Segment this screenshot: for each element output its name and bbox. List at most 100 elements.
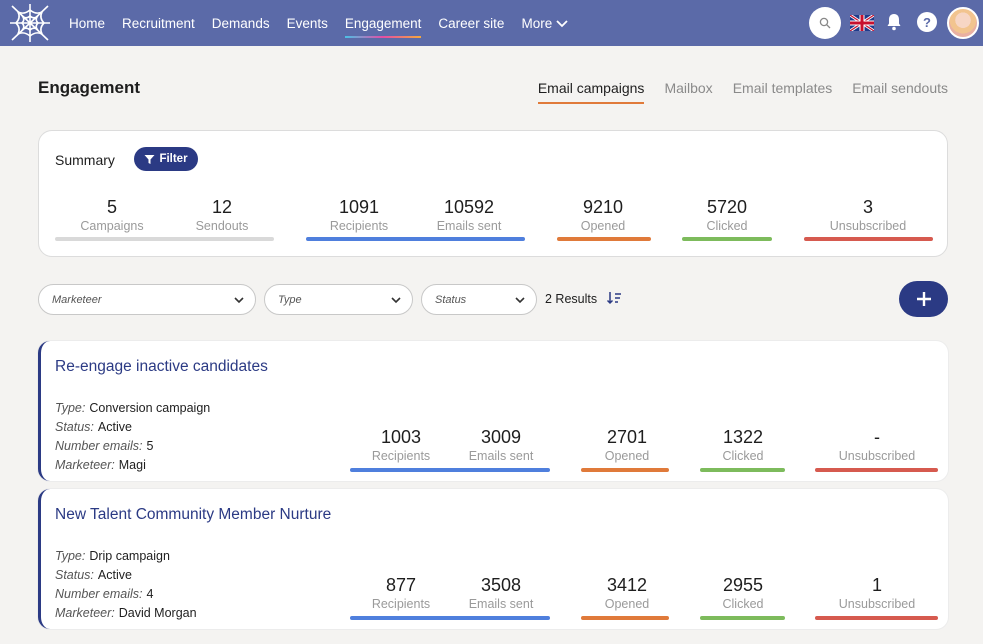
summary-label: Summary	[55, 152, 115, 168]
meta-key: Number emails:	[55, 439, 143, 453]
stat-value: 1	[871, 575, 882, 595]
spiderweb-logo-icon[interactable]	[8, 2, 52, 44]
campaign-type: Type: Conversion campaign	[55, 401, 210, 415]
stat-value: 9210	[582, 197, 624, 217]
campaign-number-emails: Number emails: 5	[55, 439, 153, 453]
campaign-status: Status: Active	[55, 568, 132, 582]
nav-home[interactable]: Home	[69, 16, 105, 31]
stat-bar-green	[700, 616, 785, 620]
nav-events[interactable]: Events	[287, 16, 328, 31]
tab-bar: Email campaigns Mailbox Email templates …	[518, 80, 948, 104]
campaign-marketeer: Marketeer: David Morgan	[55, 606, 197, 620]
stat-label: Clicked	[722, 449, 764, 463]
stat-recipients: 1003 Recipients	[351, 427, 451, 463]
stat-value: 1003	[380, 427, 422, 447]
type-select[interactable]: Type	[264, 284, 413, 315]
stat-label: Opened	[604, 597, 650, 611]
bell-icon[interactable]	[884, 12, 904, 32]
stat-bar-orange	[581, 616, 669, 620]
stat-bar-red	[815, 468, 938, 472]
stat-unsubscribed: 1 Unsubscribed	[816, 575, 938, 611]
tab-email-sendouts[interactable]: Email sendouts	[852, 80, 948, 96]
stat-emails-sent: 3009 Emails sent	[451, 427, 551, 463]
campaign-title[interactable]: Re-engage inactive candidates	[55, 358, 268, 376]
campaign-title[interactable]: New Talent Community Member Nurture	[55, 506, 331, 524]
stat-label: Clicked	[706, 219, 748, 233]
stat-value: 3	[862, 197, 873, 217]
meta-key: Type:	[55, 401, 86, 415]
filter-button[interactable]: Filter	[134, 147, 198, 171]
meta-key: Status:	[55, 568, 94, 582]
avatar[interactable]	[947, 7, 979, 39]
stat-label: Recipients	[329, 219, 389, 233]
marketeer-select[interactable]: Marketeer	[38, 284, 256, 315]
nav-career-site[interactable]: Career site	[438, 16, 504, 31]
meta-value: Magi	[118, 458, 146, 472]
meta-key: Number emails:	[55, 587, 143, 601]
tab-email-campaigns[interactable]: Email campaigns	[537, 80, 644, 104]
stat-emails-sent: 3508 Emails sent	[451, 575, 551, 611]
stat-recipients: 1091 Recipients	[309, 197, 409, 233]
stat-bar-orange	[581, 468, 669, 472]
meta-value: Drip campaign	[89, 549, 170, 563]
stat-label: Unsubscribed	[838, 449, 916, 463]
stat-opened: 3412 Opened	[577, 575, 677, 611]
stat-label: Campaigns	[80, 219, 144, 233]
meta-value: David Morgan	[118, 606, 197, 620]
stat-value: 1091	[338, 197, 380, 217]
campaign-status: Status: Active	[55, 420, 132, 434]
stat-unsubscribed: 3 Unsubscribed	[809, 197, 927, 233]
meta-key: Type:	[55, 549, 86, 563]
meta-key: Marketeer:	[55, 606, 115, 620]
stat-label: Recipients	[371, 597, 431, 611]
page-title: Engagement	[38, 78, 141, 97]
summary-card: Summary Filter 5 Campaigns 12 Sendouts 1…	[38, 130, 948, 257]
meta-value: Active	[97, 568, 132, 582]
campaign-card[interactable]: New Talent Community Member Nurture Type…	[38, 489, 948, 629]
stat-label: Sendouts	[195, 219, 249, 233]
campaign-number-emails: Number emails: 4	[55, 587, 153, 601]
stat-label: Opened	[580, 219, 626, 233]
stat-value: 877	[385, 575, 417, 595]
nav-demands[interactable]: Demands	[212, 16, 270, 31]
chevron-down-icon	[234, 297, 244, 304]
type-select-placeholder: Type	[278, 293, 302, 306]
campaign-type: Type: Drip campaign	[55, 549, 170, 563]
meta-value: Active	[97, 420, 132, 434]
stat-value: -	[874, 427, 880, 447]
uk-flag-icon[interactable]	[850, 15, 874, 31]
stat-bar-blue	[306, 237, 525, 241]
results-count: 2 Results	[545, 292, 598, 306]
status-select-placeholder: Status	[435, 293, 467, 306]
tab-email-templates[interactable]: Email templates	[733, 80, 833, 96]
stat-value: 12	[211, 197, 233, 217]
stat-bar-gray	[55, 237, 274, 241]
nav-more[interactable]: More	[521, 16, 568, 31]
help-icon[interactable]: ?	[917, 12, 937, 32]
stat-value: 5720	[706, 197, 748, 217]
add-campaign-button[interactable]	[899, 281, 948, 317]
marketeer-select-placeholder: Marketeer	[52, 293, 102, 306]
campaign-card[interactable]: Re-engage inactive candidates Type: Conve…	[38, 341, 948, 481]
stat-value: 10592	[443, 197, 495, 217]
stat-opened: 9210 Opened	[553, 197, 653, 233]
nav-recruitment[interactable]: Recruitment	[122, 16, 195, 31]
stat-emails-sent: 10592 Emails sent	[419, 197, 519, 233]
status-select[interactable]: Status	[421, 284, 537, 315]
stat-value: 3412	[606, 575, 648, 595]
chevron-down-icon	[391, 297, 401, 304]
nav-engagement[interactable]: Engagement	[344, 16, 421, 38]
nav-more-label: More	[521, 15, 553, 31]
stat-bar-red	[815, 616, 938, 620]
stat-label: Clicked	[722, 597, 764, 611]
campaign-marketeer: Marketeer: Magi	[55, 458, 146, 472]
sort-icon[interactable]	[606, 291, 622, 305]
search-button[interactable]	[809, 7, 841, 39]
stat-clicked: 2955 Clicked	[693, 575, 793, 611]
stat-clicked: 1322 Clicked	[693, 427, 793, 463]
meta-key: Marketeer:	[55, 458, 115, 472]
stat-bar-orange	[557, 237, 651, 241]
stat-bar-blue	[350, 616, 550, 620]
tab-mailbox[interactable]: Mailbox	[664, 80, 712, 96]
stat-unsubscribed: - Unsubscribed	[816, 427, 938, 463]
